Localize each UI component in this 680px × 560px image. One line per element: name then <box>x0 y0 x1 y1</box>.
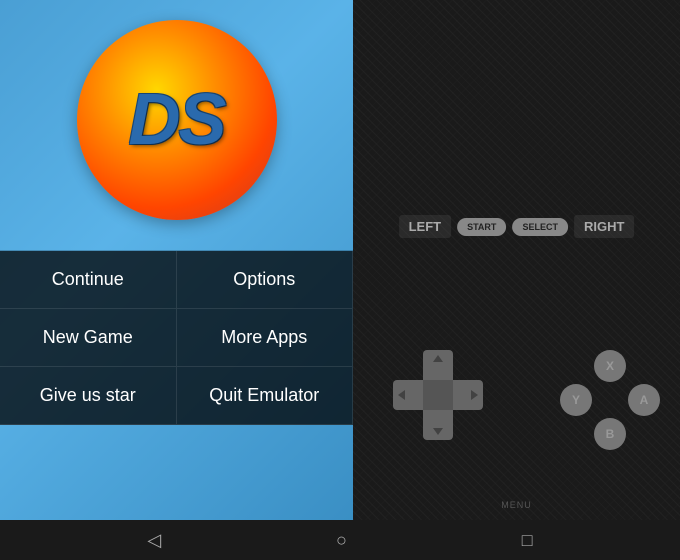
dpad-up-arrow <box>433 355 443 362</box>
b-button[interactable]: B <box>594 418 626 450</box>
dpad-right-arrow <box>471 390 478 400</box>
dpad[interactable] <box>393 350 483 440</box>
dpad-area <box>393 350 483 440</box>
recent-nav-icon[interactable]: □ <box>522 530 533 551</box>
dpad-center <box>423 380 453 410</box>
dpad-down-arrow <box>433 428 443 435</box>
bottom-nav: ◁ ○ □ <box>0 520 680 560</box>
left-panel: DS Continue Options New Game More Apps G… <box>0 0 353 520</box>
new-game-button[interactable]: New Game <box>0 309 177 367</box>
center-controls: LEFT START SELECT RIGHT <box>399 215 635 238</box>
logo-text: DS <box>128 79 224 161</box>
logo-circle: DS <box>77 20 277 220</box>
y-button[interactable]: Y <box>560 384 592 416</box>
home-nav-icon[interactable]: ○ <box>336 530 347 551</box>
options-button[interactable]: Options <box>177 251 354 309</box>
left-label: LEFT <box>399 215 452 238</box>
continue-button[interactable]: Continue <box>0 251 177 309</box>
give-star-button[interactable]: Give us star <box>0 367 177 425</box>
menu-grid: Continue Options New Game More Apps Give… <box>0 250 353 425</box>
menu-label: MENU <box>501 500 532 510</box>
right-label: RIGHT <box>574 215 634 238</box>
a-button[interactable]: A <box>628 384 660 416</box>
more-apps-button[interactable]: More Apps <box>177 309 354 367</box>
x-button[interactable]: X <box>594 350 626 382</box>
quit-button[interactable]: Quit Emulator <box>177 367 354 425</box>
dpad-left-arrow <box>398 390 405 400</box>
start-button[interactable]: START <box>457 218 506 236</box>
back-nav-icon[interactable]: ◁ <box>147 530 161 551</box>
action-buttons: X Y A B <box>560 350 660 450</box>
right-panel: LEFT START SELECT RIGHT X Y A <box>353 0 680 520</box>
select-button[interactable]: SELECT <box>512 218 568 236</box>
